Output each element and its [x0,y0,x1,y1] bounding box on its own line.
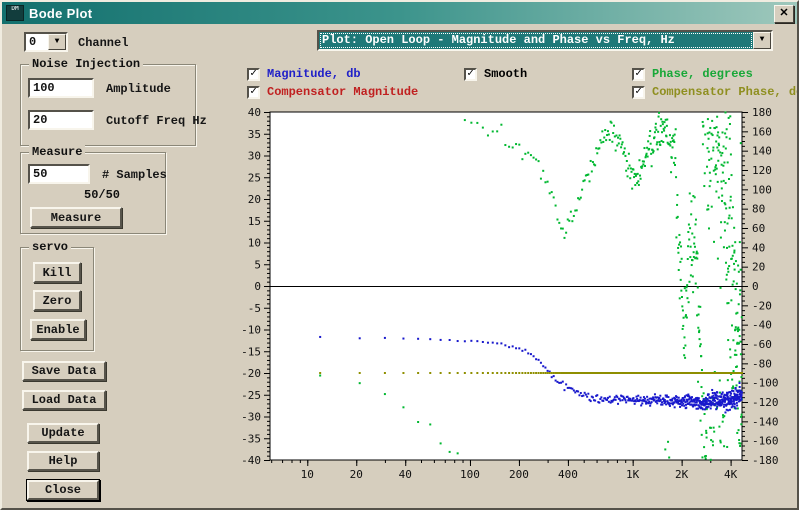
channel-label: Channel [78,36,128,50]
amplitude-label: Amplitude [106,82,171,96]
svg-text:40: 40 [399,468,412,481]
checkbox-check-icon[interactable]: ✓ [247,86,260,99]
smooth-checkbox-label: Smooth [484,67,527,81]
svg-text:4K: 4K [724,468,738,481]
window-title: Bode Plot [29,6,92,21]
title-bar[interactable]: DM Bode Plot ✕ [2,2,797,24]
noise-injection-group: Noise Injection [20,64,196,146]
svg-text:40: 40 [752,241,765,254]
channel-select[interactable]: 0 ▼ [24,32,68,52]
load-data-button[interactable]: Load Data [22,390,106,410]
svg-text:120: 120 [752,164,772,177]
measure-legend: Measure [29,145,85,159]
plot-type-value: Plot: Open Loop - Magnitude and Phase vs… [319,32,753,49]
plot-type-select[interactable]: Plot: Open Loop - Magnitude and Phase vs… [317,30,773,51]
compensator-magnitude-checkbox[interactable]: ✓ Compensator Magnitude [247,85,418,99]
compensator-phase-checkbox-label: Compensator Phase, deg [652,85,799,99]
smooth-checkbox[interactable]: ✓ Smooth [464,67,527,81]
svg-text:-160: -160 [752,435,779,448]
svg-text:30: 30 [248,150,261,163]
svg-text:-100: -100 [752,377,779,390]
svg-text:0: 0 [752,280,759,293]
svg-text:-20: -20 [241,367,261,380]
svg-text:100: 100 [752,183,772,196]
close-button[interactable]: Close [27,480,99,500]
checkbox-check-icon[interactable]: ✓ [632,68,645,81]
svg-text:35: 35 [248,128,261,141]
svg-text:180: 180 [752,106,772,119]
magnitude-checkbox-label: Magnitude, db [267,67,361,81]
svg-text:40: 40 [248,106,261,119]
svg-text:-20: -20 [752,299,772,312]
svg-text:1K: 1K [626,468,640,481]
app-icon: DM [6,5,24,21]
save-data-button[interactable]: Save Data [22,361,106,381]
svg-text:5: 5 [254,258,261,271]
channel-value: 0 [26,34,48,50]
svg-text:20: 20 [248,193,261,206]
svg-text:25: 25 [248,171,261,184]
checkbox-check-icon[interactable]: ✓ [464,68,477,81]
phase-checkbox[interactable]: ✓ Phase, degrees [632,67,753,81]
svg-text:-25: -25 [241,389,261,402]
enable-button[interactable]: Enable [30,319,86,340]
svg-text:-60: -60 [752,338,772,351]
phase-checkbox-label: Phase, degrees [652,67,753,81]
svg-text:-80: -80 [752,357,772,370]
checkbox-check-icon[interactable]: ✓ [247,68,260,81]
samples-field[interactable]: 50 [28,164,90,184]
svg-text:-40: -40 [752,319,772,332]
svg-text:80: 80 [752,203,765,216]
cutoff-freq-field[interactable]: 20 [28,110,94,130]
close-icon[interactable]: ✕ [774,5,794,23]
cutoff-freq-label: Cutoff Freq Hz [106,114,207,128]
help-button[interactable]: Help [27,451,99,471]
noise-injection-legend: Noise Injection [29,57,143,71]
checkbox-check-icon[interactable]: ✓ [632,86,645,99]
svg-text:2K: 2K [675,468,689,481]
progress-text: 50/50 [84,188,120,202]
svg-text:140: 140 [752,145,772,158]
svg-text:160: 160 [752,125,772,138]
svg-text:-120: -120 [752,396,779,409]
measure-button[interactable]: Measure [30,207,122,228]
svg-text:-15: -15 [241,345,261,358]
compensator-phase-checkbox[interactable]: ✓ Compensator Phase, deg [632,85,799,99]
svg-text:400: 400 [558,468,578,481]
update-button[interactable]: Update [27,423,99,443]
chevron-down-icon[interactable]: ▼ [48,34,66,50]
svg-text:20: 20 [752,261,765,274]
svg-text:200: 200 [509,468,529,481]
svg-text:100: 100 [460,468,480,481]
chevron-down-icon[interactable]: ▼ [753,32,771,49]
samples-label: # Samples [102,168,167,182]
svg-text:60: 60 [752,222,765,235]
svg-text:-140: -140 [752,415,779,428]
svg-text:20: 20 [350,468,363,481]
servo-legend: servo [29,240,71,254]
svg-text:0: 0 [254,280,261,293]
svg-text:-10: -10 [241,324,261,337]
compensator-magnitude-checkbox-label: Compensator Magnitude [267,85,418,99]
svg-text:-180: -180 [752,454,779,467]
zero-button[interactable]: Zero [33,290,81,311]
bode-plot-canvas: -40 -35 -30 -25 -20 -15 -10 -5 0 5 10 15 20 25 30 35 40 -… [237,102,799,494]
kill-button[interactable]: Kill [33,262,81,283]
svg-text:-35: -35 [241,432,261,445]
svg-text:-30: -30 [241,411,261,424]
bode-plot-window: DM Bode Plot ✕ 0 ▼ Channel Plot: Open Lo… [0,0,799,510]
svg-text:10: 10 [248,237,261,250]
magnitude-checkbox[interactable]: ✓ Magnitude, db [247,67,361,81]
svg-text:-5: -5 [248,302,261,315]
svg-text:10: 10 [301,468,314,481]
svg-text:-40: -40 [241,454,261,467]
amplitude-field[interactable]: 100 [28,78,94,98]
svg-text:15: 15 [248,215,261,228]
